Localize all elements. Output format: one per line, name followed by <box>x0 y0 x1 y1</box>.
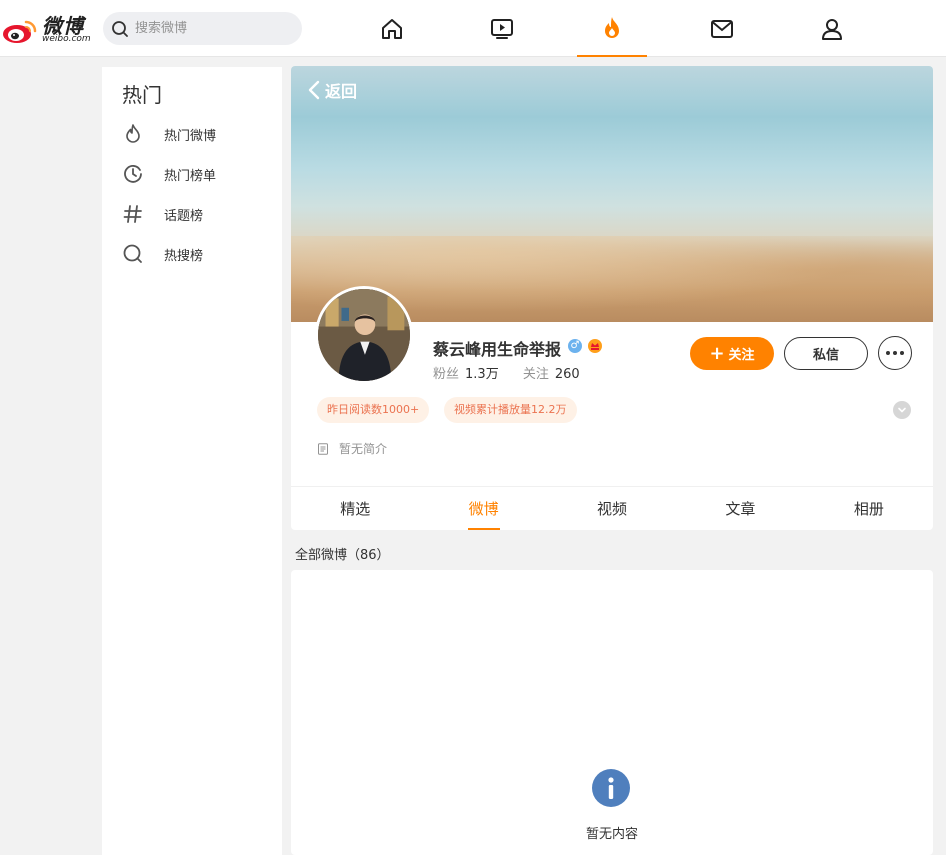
chevron-down-icon <box>898 407 906 413</box>
back-button[interactable]: 返回 <box>307 78 357 102</box>
info-glyph <box>608 777 614 799</box>
tab-video[interactable]: 视频 <box>548 487 676 530</box>
flame-icon <box>126 124 140 143</box>
avatar-photo <box>318 289 410 381</box>
more-dot-icon <box>893 351 897 355</box>
hashtag-icon <box>123 205 142 223</box>
avatar[interactable] <box>315 286 413 384</box>
logo-domain-text: weibo.com <box>42 34 91 44</box>
sidebar-item-label: 热门榜单 <box>164 168 217 184</box>
sidebar-item-hot-list[interactable]: 热门榜单 <box>122 159 272 189</box>
following-stat[interactable]: 关注 260 <box>523 367 580 382</box>
more-dot-icon <box>900 351 904 355</box>
following-label: 关注 <box>522 367 549 382</box>
weibo-count-filter[interactable]: 全部微博（86） <box>295 544 390 563</box>
cover-image <box>291 66 933 322</box>
hot-search-icon <box>123 244 142 263</box>
tab-articles[interactable]: 文章 <box>676 487 804 530</box>
following-count: 260 <box>554 367 580 382</box>
plus-icon: + <box>709 343 725 364</box>
search-input[interactable] <box>135 18 285 39</box>
profile-card: 返回 蔡云峰用生命举报 ♂ 粉丝 1.3万 关注 260 + 关注 私信 昨日阅… <box>291 66 933 530</box>
nav-video[interactable] <box>467 0 537 57</box>
more-dot-icon <box>886 351 890 355</box>
follow-button[interactable]: + 关注 <box>690 337 774 370</box>
video-plays-tag[interactable]: 视频累计播放量12.2万 <box>444 397 577 423</box>
profile-tabs: 精选 微博 视频 文章 相册 <box>291 486 933 530</box>
document-icon <box>318 442 328 455</box>
hot-icon <box>605 16 619 38</box>
sidebar-title: 热门 <box>122 83 162 107</box>
weibo-feed: 暂无内容 <box>291 570 933 855</box>
profile-intro: 暂无简介 <box>317 440 387 457</box>
video-icon <box>491 18 513 39</box>
info-icon <box>592 769 630 807</box>
weibo-eye-icon <box>3 20 37 43</box>
nav-hot[interactable] <box>577 0 647 57</box>
profile-username: 蔡云峰用生命举报 <box>433 340 562 359</box>
profile-stats: 粉丝 1.3万 关注 260 <box>433 363 600 382</box>
weibo-logo[interactable]: 微博 weibo.com <box>2 10 91 46</box>
fans-label: 粉丝 <box>433 367 460 382</box>
sidebar-item-label: 热门微博 <box>164 128 217 144</box>
message-button[interactable]: 私信 <box>784 337 868 370</box>
clock-icon <box>124 165 142 183</box>
back-label: 返回 <box>325 82 358 101</box>
tab-album[interactable]: 相册 <box>805 487 933 530</box>
nav-profile[interactable] <box>797 0 867 57</box>
sidebar-item-hot-weibo[interactable]: 热门微博 <box>122 119 272 149</box>
chevron-left-icon <box>308 80 320 100</box>
expand-button[interactable] <box>893 401 911 419</box>
mail-icon <box>711 19 733 38</box>
sidebar-item-label: 热搜榜 <box>164 248 204 264</box>
follow-button-label: 关注 <box>728 348 755 363</box>
fans-stat[interactable]: 粉丝 1.3万 <box>433 367 503 382</box>
search-box[interactable] <box>103 12 302 45</box>
sidebar-item-topics[interactable]: 话题榜 <box>122 199 272 229</box>
tab-weibo[interactable]: 微博 <box>419 487 547 530</box>
nav-mail[interactable] <box>687 0 757 57</box>
home-icon <box>382 18 402 39</box>
nav-home[interactable] <box>357 0 427 57</box>
more-options-button[interactable] <box>878 336 912 370</box>
read-count-tag[interactable]: 昨日阅读数1000+ <box>317 397 430 423</box>
fans-count: 1.3万 <box>465 367 499 382</box>
vip-badge-icon[interactable] <box>587 338 603 354</box>
tab-featured[interactable]: 精选 <box>291 487 419 530</box>
empty-state-text: 暂无内容 <box>585 827 638 842</box>
top-bar: 微博 weibo.com <box>0 0 946 57</box>
left-sidebar: 热门 热门微博 热门榜单 话题榜 热搜榜 <box>102 67 282 855</box>
search-icon <box>112 21 128 37</box>
intro-text: 暂无简介 <box>339 442 388 456</box>
male-gender-icon: ♂ <box>568 339 582 353</box>
sidebar-item-label: 话题榜 <box>164 208 204 224</box>
user-icon <box>822 18 842 40</box>
sidebar-item-hot-search[interactable]: 热搜榜 <box>122 239 272 269</box>
